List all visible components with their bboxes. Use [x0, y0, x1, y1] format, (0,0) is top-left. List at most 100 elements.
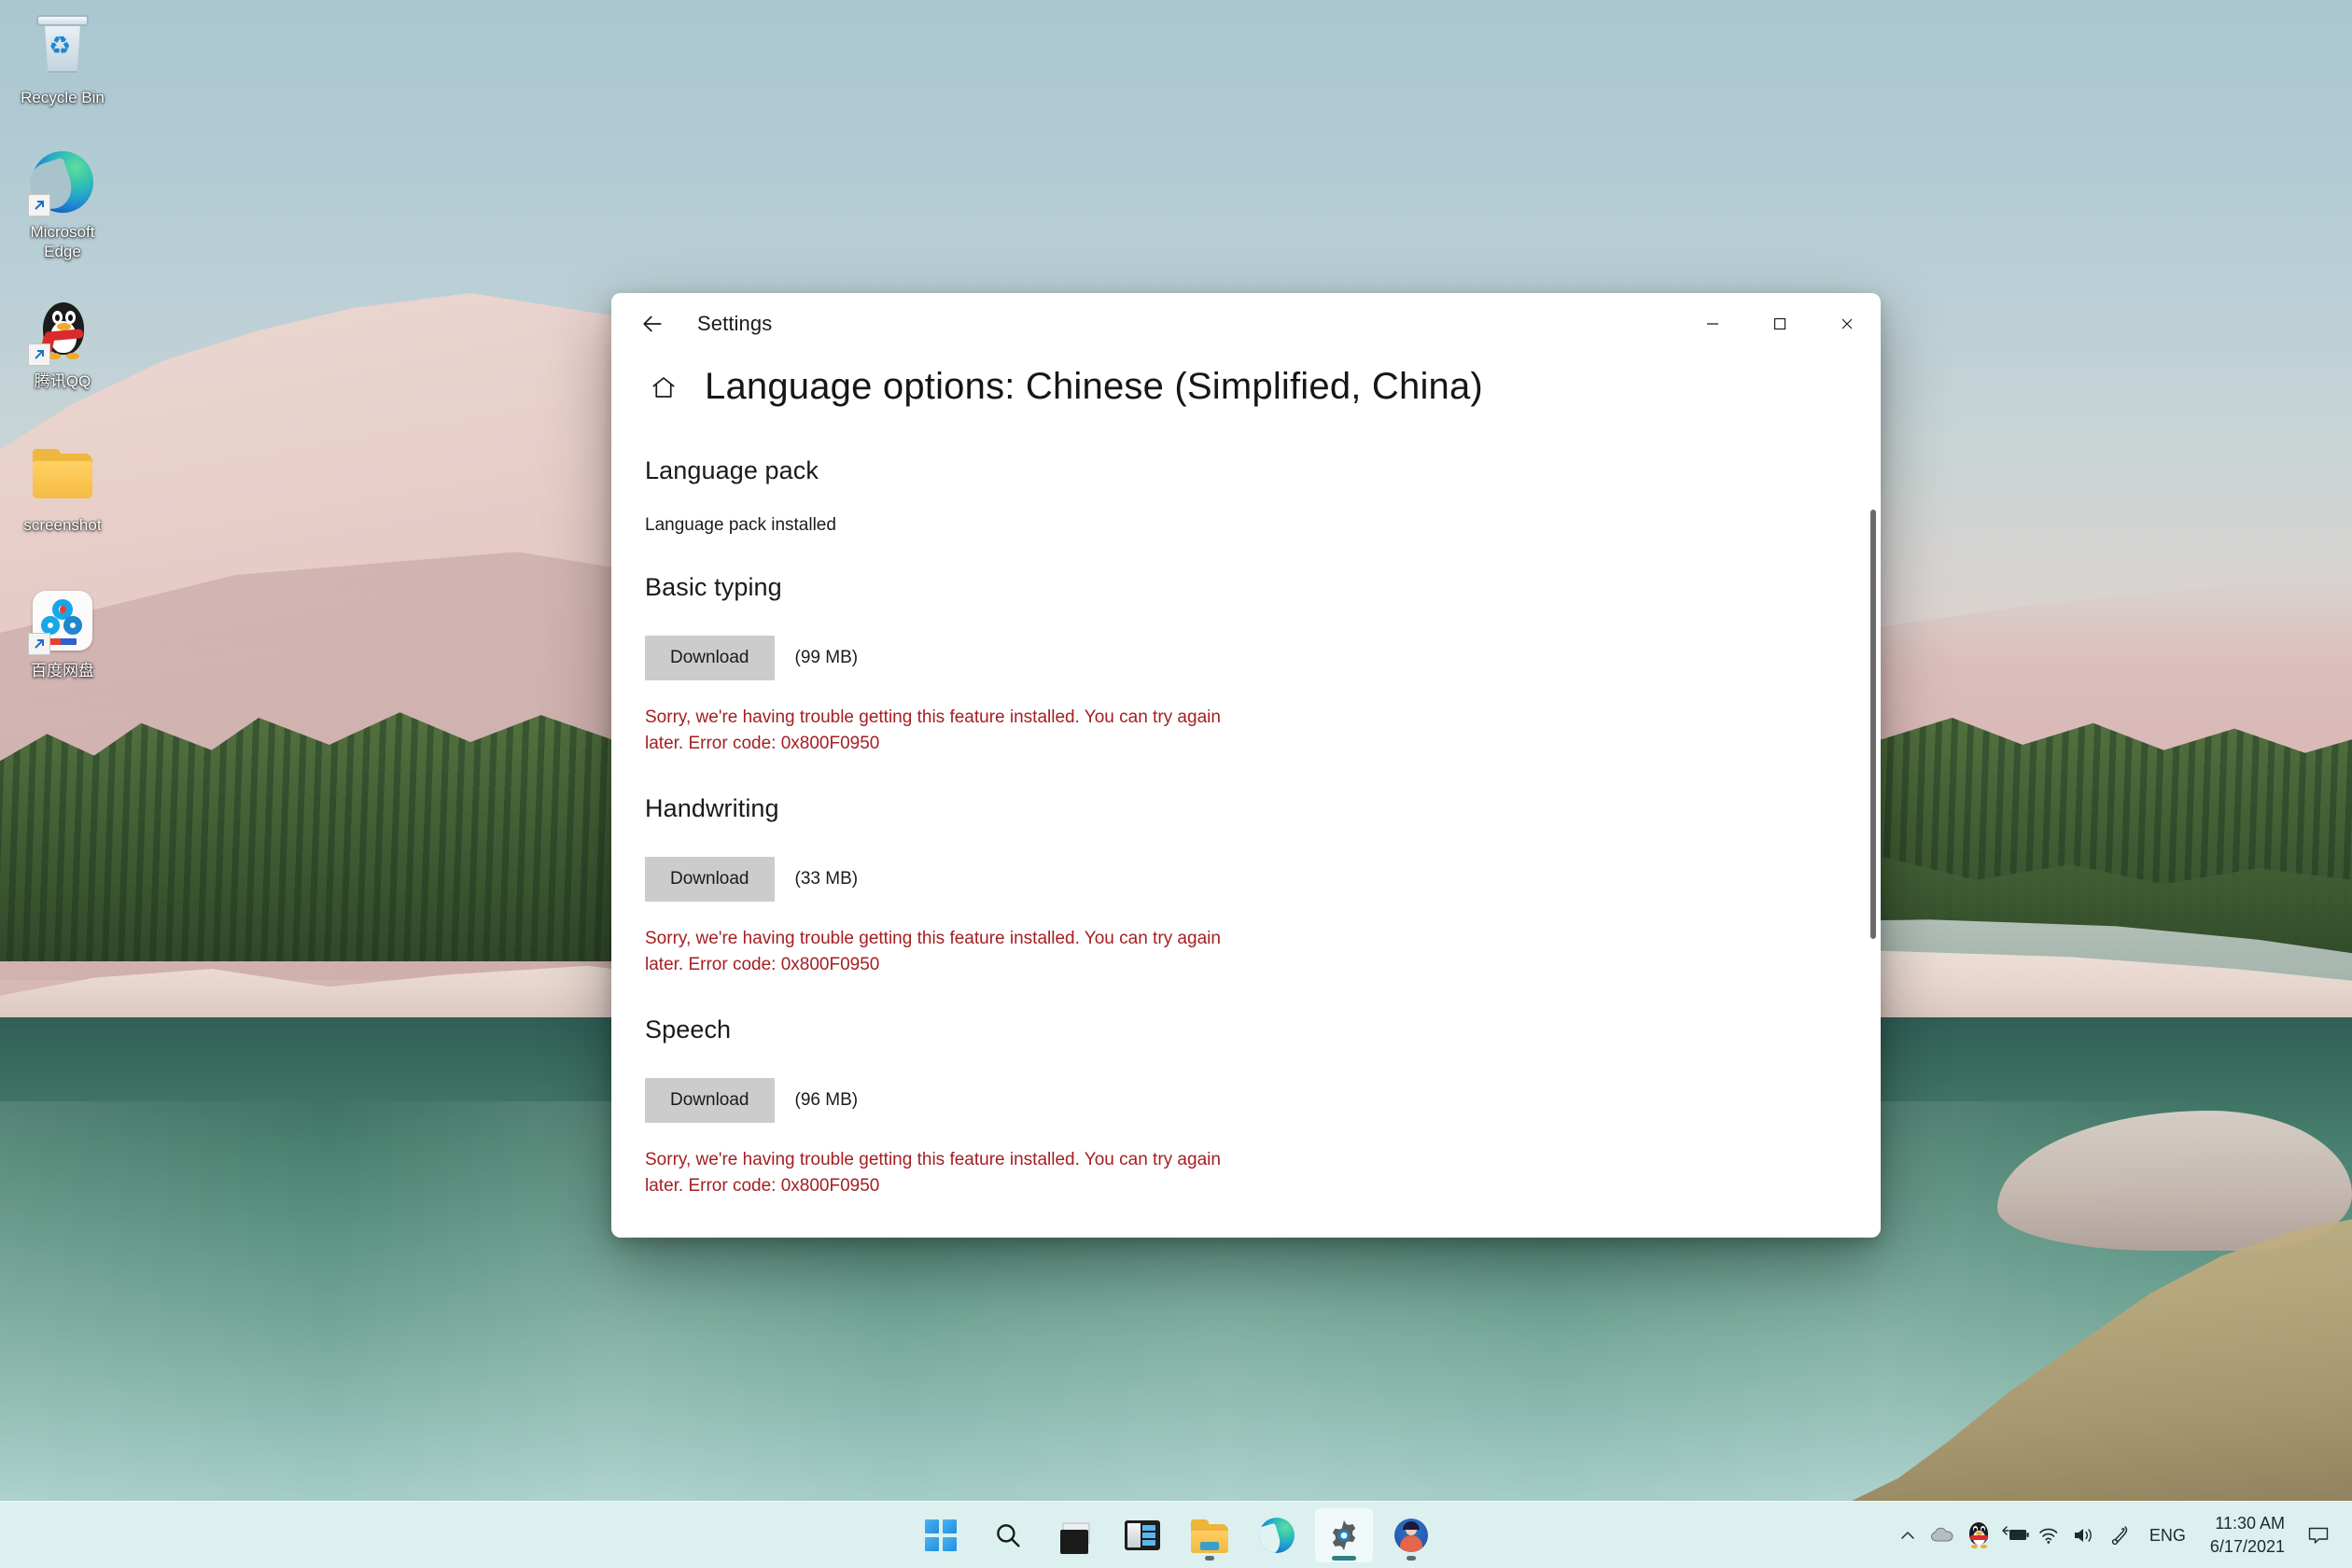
- section-heading: Language pack: [645, 456, 1881, 485]
- pen-menu-icon: [2109, 1524, 2132, 1547]
- download-size-handwriting: (33 MB): [795, 869, 859, 889]
- onedrive-cloud-icon: [1930, 1525, 1956, 1546]
- desktop-icon-label: screenshot: [7, 515, 118, 535]
- system-tray: ENG 11:30 AM 6/17/2021: [1890, 1502, 2352, 1568]
- gear-icon: [1326, 1518, 1362, 1553]
- search-button[interactable]: [979, 1508, 1037, 1562]
- window-title: Settings: [697, 312, 772, 336]
- tencent-qq-icon: [28, 297, 97, 366]
- volume-button[interactable]: [2067, 1509, 2103, 1561]
- microsoft-edge-icon: [1259, 1518, 1295, 1553]
- file-explorer-icon: [1185, 1511, 1234, 1560]
- minimize-icon: [1702, 314, 1723, 334]
- back-arrow-icon: [638, 310, 666, 338]
- folder-icon: [28, 441, 97, 510]
- section-heading: Handwriting: [645, 794, 1881, 823]
- error-message-basic-typing: Sorry, we're having trouble getting this…: [645, 705, 1242, 757]
- desktop-icon-label: 腾讯QQ: [7, 371, 118, 391]
- settings-button[interactable]: [1315, 1508, 1373, 1562]
- error-message-handwriting: Sorry, we're having trouble getting this…: [645, 926, 1242, 978]
- desktop-icon-tencent-qq[interactable]: 腾讯QQ: [7, 297, 118, 391]
- titlebar-drag-area[interactable]: [772, 293, 1679, 355]
- section-speech: Speech Download (96 MB) Sorry, we're hav…: [645, 1015, 1881, 1199]
- tencent-qq-tray-icon: [1967, 1521, 1991, 1549]
- notification-center-icon: [2306, 1524, 2331, 1547]
- running-indicator: [1332, 1556, 1356, 1561]
- notification-center-button[interactable]: [2298, 1509, 2339, 1561]
- error-message-speech: Sorry, we're having trouble getting this…: [645, 1147, 1242, 1199]
- section-heading: Speech: [645, 1015, 1881, 1044]
- avatar-icon: [1394, 1519, 1428, 1552]
- widgets-icon: [1125, 1520, 1160, 1550]
- shortcut-arrow-icon: [28, 194, 50, 217]
- search-icon: [992, 1519, 1024, 1551]
- running-indicator: [1407, 1556, 1416, 1561]
- battery-charging-icon: [1998, 1525, 2030, 1546]
- start-button[interactable]: [912, 1508, 970, 1562]
- language-pack-status: Language pack installed: [645, 515, 1881, 536]
- onedrive-button[interactable]: [1925, 1509, 1961, 1561]
- close-button[interactable]: [1813, 293, 1881, 355]
- show-hidden-icons-button[interactable]: [1890, 1509, 1925, 1561]
- language-indicator[interactable]: ENG: [2138, 1509, 2197, 1561]
- maximize-button[interactable]: [1746, 293, 1813, 355]
- page-title: Language options: Chinese (Simplified, C…: [705, 366, 1483, 408]
- microsoft-edge-icon: [28, 147, 97, 217]
- baidu-netdisk-icon: [28, 586, 97, 655]
- desktop-icon-label-line2: Edge: [7, 242, 118, 261]
- section-basic-typing: Basic typing Download (99 MB) Sorry, we'…: [645, 573, 1881, 757]
- download-size-basic-typing: (99 MB): [795, 648, 859, 668]
- settings-content: Language pack Language pack installed Ba…: [611, 408, 1881, 1238]
- download-button-handwriting[interactable]: Download: [645, 857, 775, 902]
- running-indicator: [1205, 1556, 1214, 1561]
- download-size-speech: (96 MB): [795, 1090, 859, 1111]
- task-view-icon: [1051, 1511, 1099, 1560]
- vertical-scrollbar[interactable]: [1870, 510, 1876, 1228]
- user-account-button[interactable]: [1382, 1508, 1440, 1562]
- desktop-icon-microsoft-edge[interactable]: Microsoft Edge: [7, 147, 118, 261]
- close-icon: [1837, 314, 1857, 334]
- window-body: Language options: Chinese (Simplified, C…: [611, 355, 1881, 1238]
- settings-window[interactable]: Settings: [611, 293, 1881, 1238]
- clock-time: 11:30 AM: [2215, 1512, 2285, 1535]
- window-titlebar[interactable]: Settings: [611, 293, 1881, 355]
- clock[interactable]: 11:30 AM 6/17/2021: [2197, 1509, 2298, 1561]
- recycle-bin-icon: ♻: [28, 13, 97, 82]
- section-heading: Basic typing: [645, 573, 1881, 602]
- windows-logo-icon: [925, 1519, 957, 1551]
- file-explorer-button[interactable]: [1181, 1508, 1239, 1562]
- battery-button[interactable]: [1996, 1509, 2032, 1561]
- section-language-pack: Language pack Language pack installed: [645, 456, 1881, 536]
- desktop-icon-screenshot-folder[interactable]: screenshot: [7, 441, 118, 535]
- minimize-button[interactable]: [1679, 293, 1746, 355]
- chevron-up-icon: [1898, 1526, 1917, 1545]
- task-view-button[interactable]: [1046, 1508, 1104, 1562]
- home-icon[interactable]: [643, 367, 684, 408]
- volume-icon: [2072, 1525, 2098, 1546]
- scrollbar-thumb[interactable]: [1870, 510, 1876, 939]
- taskbar-pinned-items: [912, 1508, 1440, 1562]
- pen-menu-button[interactable]: [2103, 1509, 2138, 1561]
- wifi-icon: [2037, 1525, 2062, 1546]
- clock-date: 6/17/2021: [2210, 1535, 2285, 1559]
- desktop[interactable]: ♻ Recycle Bin Microsoft Edge 腾讯QQ: [0, 0, 2352, 1568]
- desktop-icon-label: 百度网盘: [7, 661, 118, 680]
- network-button[interactable]: [2032, 1509, 2067, 1561]
- back-button[interactable]: [628, 304, 677, 343]
- section-handwriting: Handwriting Download (33 MB) Sorry, we'r…: [645, 794, 1881, 978]
- maximize-icon: [1770, 314, 1790, 334]
- shortcut-arrow-icon: [28, 343, 50, 366]
- section-heading: Regional format: [645, 1237, 1881, 1238]
- tencent-qq-tray-button[interactable]: [1961, 1509, 1996, 1561]
- section-regional-format: Regional format: [645, 1237, 1881, 1238]
- download-button-basic-typing[interactable]: Download: [645, 636, 775, 680]
- desktop-icon-label-line1: Microsoft: [7, 222, 118, 242]
- taskbar[interactable]: ENG 11:30 AM 6/17/2021: [0, 1501, 2352, 1568]
- desktop-icon-baidu-netdisk[interactable]: 百度网盘: [7, 586, 118, 680]
- desktop-icon-recycle-bin[interactable]: ♻ Recycle Bin: [7, 13, 118, 107]
- shortcut-arrow-icon: [28, 633, 50, 655]
- desktop-icon-label: Recycle Bin: [7, 88, 118, 107]
- widgets-button[interactable]: [1113, 1508, 1171, 1562]
- microsoft-edge-button[interactable]: [1248, 1508, 1306, 1562]
- download-button-speech[interactable]: Download: [645, 1078, 775, 1123]
